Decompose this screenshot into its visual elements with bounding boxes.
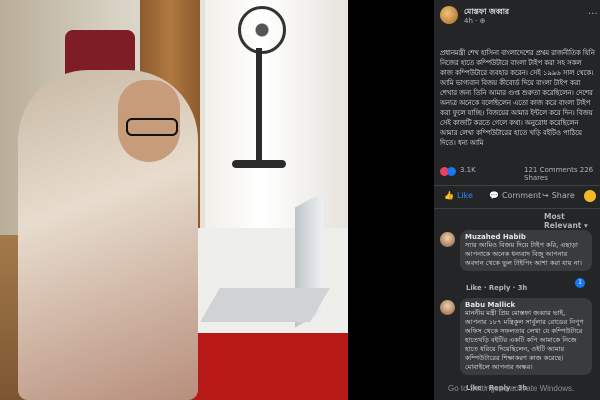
commenter-avatar[interactable]: [440, 300, 455, 315]
emoji-reaction-icon[interactable]: [584, 190, 596, 202]
post-stats: 3.1K 121 Comments 226 Shares: [440, 165, 596, 182]
commenter-avatar[interactable]: [440, 232, 455, 247]
post-header: মোস্তফা জব্বার 4h · ⊕ ...: [440, 6, 598, 46]
facebook-post-panel: মোস্তফা জব্বার 4h · ⊕ ... প্রধানমন্ত্রী …: [434, 0, 600, 400]
share-icon: ↪: [542, 191, 549, 200]
comment-bubble: Babu Mallick মাননীয় মন্ত্রী প্রিয় মোস্…: [460, 298, 592, 375]
comment-icon: 💬: [489, 191, 499, 200]
commenter-name[interactable]: Muzahed Habib: [465, 233, 587, 241]
fan-pole: [256, 48, 262, 163]
share-button[interactable]: ↪ Share: [542, 191, 575, 200]
comment-reaction-badge[interactable]: 1: [575, 278, 585, 288]
thumbs-up-icon: 👍: [444, 191, 454, 200]
reaction-count[interactable]: 3.1K: [460, 166, 476, 174]
fan-base: [232, 160, 286, 168]
post-actions: 👍 Like 💬 Comment ↪ Share: [434, 185, 600, 209]
post-body: প্রধানমন্ত্রী শেখ হাসিনা বাংলাদেশের প্রথ…: [440, 49, 595, 147]
comment-sort-dropdown[interactable]: Most Relevant ▾: [544, 212, 600, 230]
comment-button[interactable]: 💬 Comment: [489, 191, 541, 200]
comment-share-count[interactable]: 121 Comments 226 Shares: [524, 166, 596, 182]
laptop: [200, 192, 348, 328]
like-button[interactable]: 👍 Like: [444, 191, 473, 200]
comment-count[interactable]: 121 Comments: [524, 166, 578, 174]
black-divider: [348, 0, 434, 400]
share-label: Share: [551, 191, 575, 200]
like-label: Like: [456, 191, 473, 200]
laptop-keyboard: [200, 288, 330, 322]
commenter-name[interactable]: Babu Mallick: [465, 301, 587, 309]
post-time[interactable]: 4h · ⊕: [464, 17, 485, 25]
comment-bubble: Muzahed Habib স্যার আমিও বিজয় দিয়ে টাই…: [460, 230, 592, 271]
more-options-icon[interactable]: ...: [588, 6, 598, 17]
like-icon: [447, 167, 456, 176]
photo-prime-minister-typing: [0, 0, 348, 400]
comment-text: স্যার আমিও বিজয় দিয়ে টাইপ করি, এছাড়া …: [465, 241, 582, 267]
glasses: [126, 118, 178, 136]
comment-meta[interactable]: Like · Reply · 3h: [466, 284, 527, 292]
standing-fan-icon: [238, 6, 286, 54]
activate-windows-watermark: Go to Settings to activate Windows.: [448, 384, 575, 393]
comment-item: Babu Mallick মাননীয় মন্ত্রী প্রিয় মোস্…: [440, 298, 596, 398]
comment-label: Comment: [501, 191, 542, 200]
comment-text: মাননীয় মন্ত্রী প্রিয় মোস্তফা জব্বার ভা…: [465, 309, 584, 371]
author-avatar[interactable]: [440, 6, 458, 24]
comment-item: Muzahed Habib স্যার আমিও বিজয় দিয়ে টাই…: [440, 230, 596, 292]
